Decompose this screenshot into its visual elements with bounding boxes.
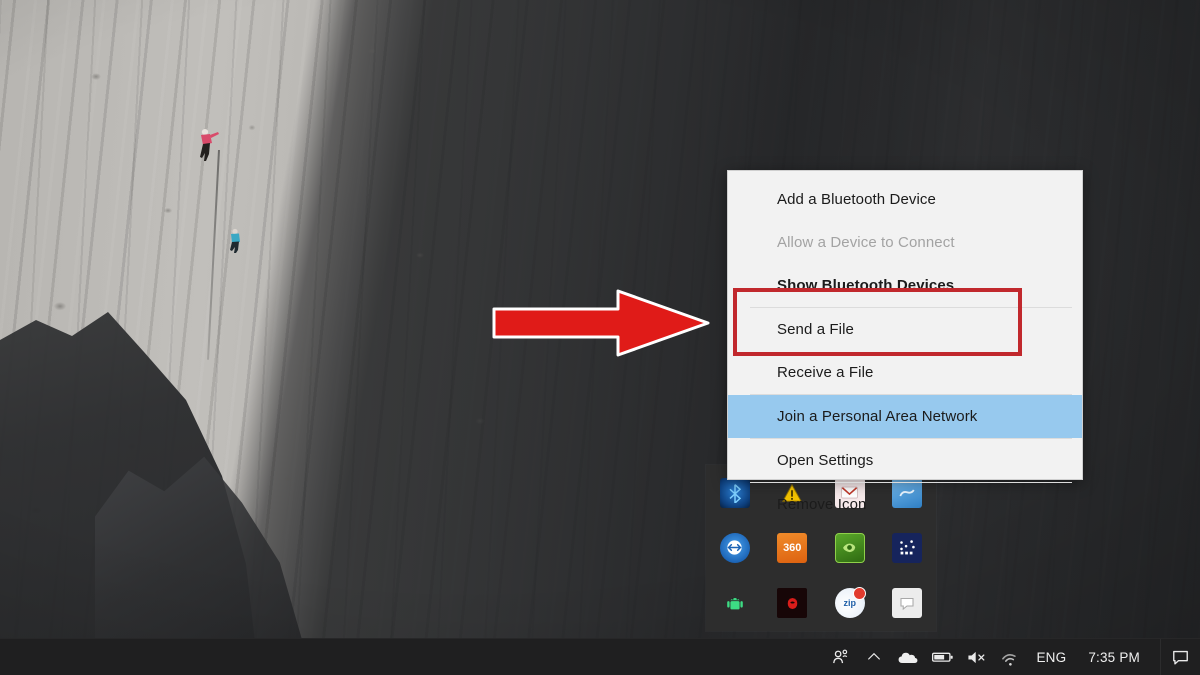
menu-item-add-a-bluetooth-device[interactable]: Add a Bluetooth Device [728,178,1082,221]
menu-item-join-a-personal-area-network[interactable]: Join a Personal Area Network [728,395,1082,438]
bluetooth-tray-context-menu[interactable]: Add a Bluetooth Device Allow a Device to… [727,170,1083,480]
android-icon[interactable] [720,588,750,618]
action-center-icon[interactable] [1160,639,1200,675]
red-arrow [490,287,712,359]
wifi-icon[interactable] [993,639,1027,675]
people-icon[interactable] [823,639,857,675]
taskbar-clock[interactable]: 7:35 PM [1075,639,1160,675]
menu-item-label: Show Bluetooth Devices [777,277,954,294]
menu-item-label: Remove Icon [777,496,866,513]
menu-item-send-a-file[interactable]: Send a File [728,308,1082,351]
nvidia-icon[interactable] [835,533,865,563]
windows-taskbar[interactable]: ENG 7:35 PM [0,638,1200,675]
menu-item-label: Join a Personal Area Network [777,408,977,425]
menu-item-show-bluetooth-devices[interactable]: Show Bluetooth Devices [728,264,1082,307]
desktop-screen: 360 [0,0,1200,675]
sync-arrows-icon[interactable] [720,533,750,563]
zip-app-icon[interactable]: zip [835,588,865,618]
menu-item-label: Send a File [777,321,854,338]
language-label: ENG [1027,650,1075,665]
dots-grid-icon[interactable] [892,533,922,563]
chevron-up-icon[interactable] [857,639,891,675]
battery-icon[interactable] [925,639,959,675]
menu-item-label: Receive a File [777,364,873,381]
onedrive-cloud-icon[interactable] [891,639,925,675]
chat-bubble-icon[interactable] [892,588,922,618]
menu-item-label: Allow a Device to Connect [777,234,955,251]
menu-item-label: Open Settings [777,452,873,469]
language-indicator[interactable]: ENG [1027,639,1075,675]
system-tray[interactable]: ENG 7:35 PM [823,639,1200,675]
menu-item-receive-a-file[interactable]: Receive a File [728,351,1082,394]
red-shield-icon[interactable] [777,588,807,618]
menu-item-allow-a-device-to-connect: Allow a Device to Connect [728,221,1082,264]
menu-item-label: Add a Bluetooth Device [777,191,936,208]
speaker-muted-icon[interactable] [959,639,993,675]
clock-label: 7:35 PM [1079,650,1149,665]
menu-item-open-settings[interactable]: Open Settings [728,439,1082,482]
360-security-icon[interactable]: 360 [777,533,807,563]
menu-item-remove-icon[interactable]: Remove Icon [728,483,1082,526]
